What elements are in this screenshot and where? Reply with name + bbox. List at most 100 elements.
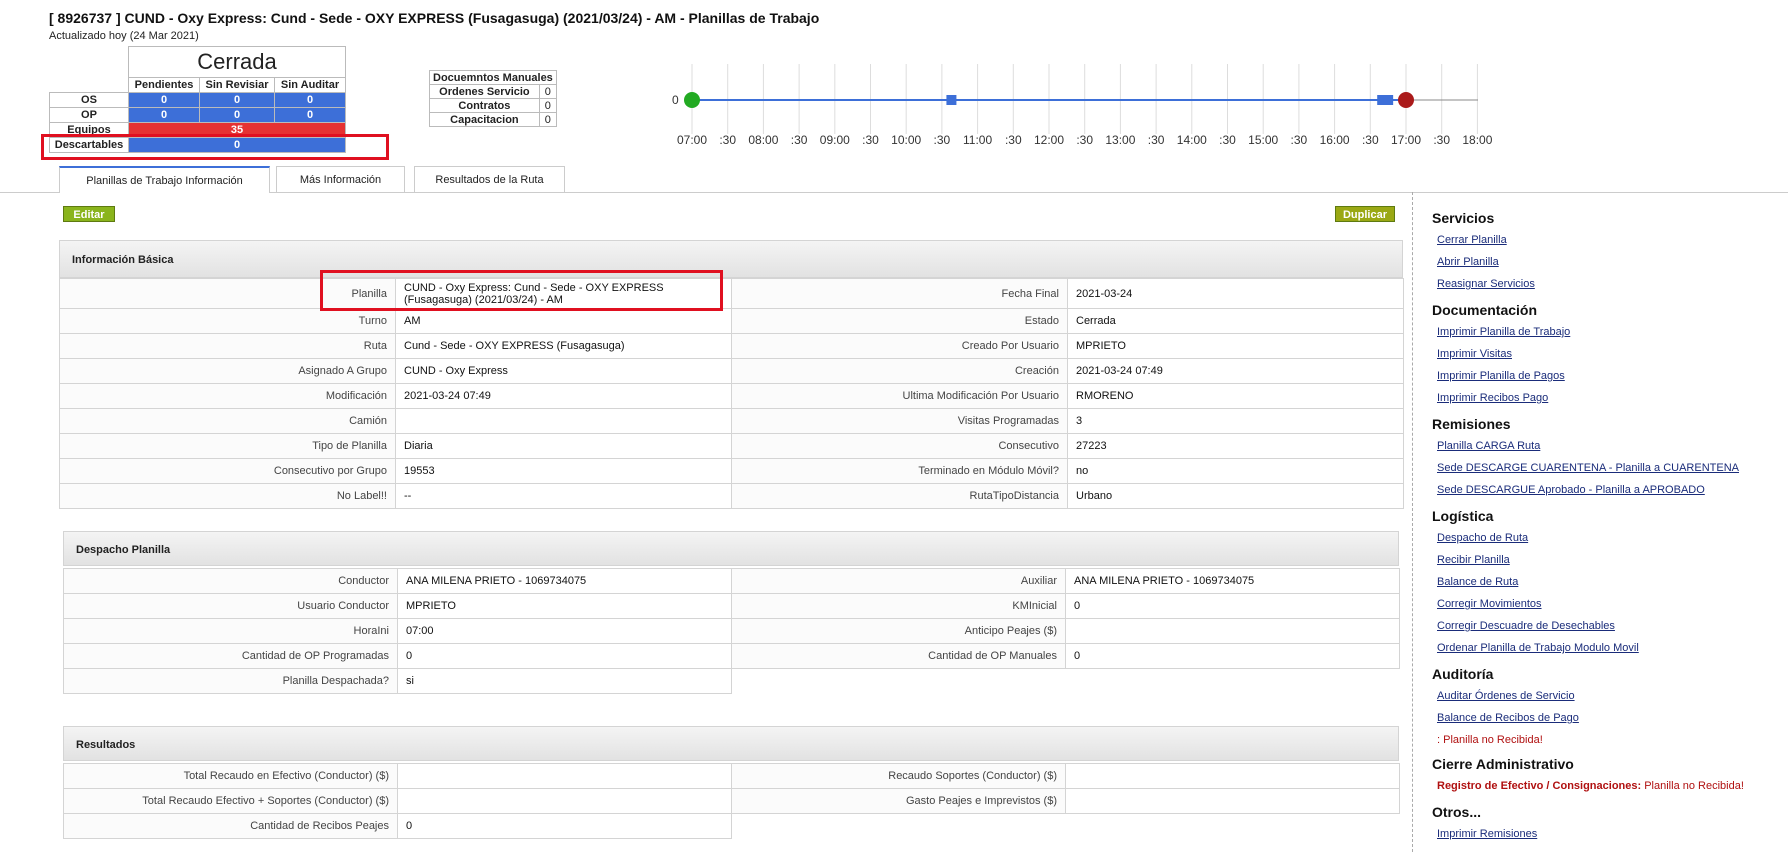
sidebar-link-reasignar-servicios[interactable]: Reasignar Servicios [1437, 278, 1535, 290]
table-row: No Label!! -- RutaTipoDistancia Urbano [59, 483, 1404, 509]
op-sin-revisiar[interactable]: 0 [199, 107, 275, 123]
sidebar-heading-auditoria: Auditoría [1432, 666, 1494, 682]
sidebar-link-ordenar-planilla-de-trabajo-modulo-movil[interactable]: Ordenar Planilla de Trabajo Modulo Movil [1437, 642, 1639, 654]
sidebar-cierre-label[interactable]: Registro de Efectivo / Consignaciones: [1437, 780, 1641, 792]
value-creado-por-usuario: MPRIETO [1067, 333, 1404, 359]
value-kminicial: 0 [1065, 593, 1400, 619]
label-rutatipodistancia: RutaTipoDistancia [731, 483, 1068, 509]
value-terminado-en-modulo-movil: no [1067, 458, 1404, 484]
value-no-label: -- [395, 483, 732, 509]
label-kminicial: KMInicial [731, 593, 1066, 619]
timeline-tick-label: 07:00 [677, 133, 707, 147]
timeline-tick-label: :30 [862, 133, 879, 147]
table-row: Cantidad de Recibos Peajes 0 [63, 813, 1400, 839]
docs-value-ordenes: 0 [538, 84, 557, 99]
timeline-start-marker[interactable] [684, 92, 700, 108]
updated-label: Actualizado hoy (24 Mar 2021) [49, 30, 199, 42]
dispatch-header: Despacho Planilla [63, 531, 1399, 566]
os-sin-auditar[interactable]: 0 [274, 92, 346, 108]
sidebar-link-cerrar-planilla[interactable]: Cerrar Planilla [1437, 234, 1507, 246]
timeline-end-marker[interactable] [1398, 92, 1414, 108]
sidebar-link-imprimir-planilla-de-trabajo[interactable]: Imprimir Planilla de Trabajo [1437, 326, 1570, 338]
results-header: Resultados [63, 726, 1399, 761]
basic-info-header: Información Básica [59, 240, 1403, 278]
timeline-tick-label: 15:00 [1248, 133, 1278, 147]
sidebar-cierre-line: Registro de Efectivo / Consignaciones: P… [1437, 780, 1744, 792]
value-fecha-final: 2021-03-24 [1067, 278, 1404, 309]
col-pendientes: Pendientes [128, 77, 200, 93]
route-timeline: 07:00:30 08:00:30 09:00:30 10:00:30 11:00:30… [672, 64, 1493, 147]
os-pendientes[interactable]: 0 [128, 92, 200, 108]
sidebar-auditoria-note: : Planilla no Recibida! [1437, 734, 1543, 746]
os-sin-revisiar[interactable]: 0 [199, 92, 275, 108]
tab-planillas-info[interactable]: Planillas de Trabajo Información [59, 166, 270, 193]
sidebar-link-corregir-movimientos[interactable]: Corregir Movimientos [1437, 598, 1542, 610]
duplicate-button[interactable]: Duplicar [1335, 206, 1395, 222]
value-creacion: 2021-03-24 07:49 [1067, 358, 1404, 384]
value-cantidad-de-op-programadas: 0 [397, 643, 732, 669]
timeline-tick-label: :30 [1433, 133, 1450, 147]
sidebar-link-recibir-planilla[interactable]: Recibir Planilla [1437, 554, 1510, 566]
table-row: Turno AM Estado Cerrada [59, 308, 1404, 334]
table-row: Total Recaudo Efectivo + Soportes (Condu… [63, 788, 1400, 814]
sidebar-link-sede-descargue-aprobado-planilla-a-aprobado[interactable]: Sede DESCARGUE Aprobado - Planilla a APR… [1437, 484, 1705, 496]
label-horaini: HoraIni [63, 618, 398, 644]
sidebar-link-sede-descarge-cuarentena-planilla-a-cuarentena[interactable]: Sede DESCARGE CUARENTENA - Planilla a CU… [1437, 462, 1739, 474]
timeline-start-label: 0 [672, 93, 679, 107]
sidebar-heading-logistica: Logística [1432, 508, 1494, 524]
row-label-os: OS [49, 92, 129, 108]
value-rutatipodistancia: Urbano [1067, 483, 1404, 509]
col-sin-auditar: Sin Auditar [274, 77, 346, 93]
label-creacion: Creación [731, 358, 1068, 384]
sidebar-link-auditar-ordenes-de-servicio[interactable]: Auditar Órdenes de Servicio [1437, 690, 1575, 702]
value-auxiliar: ANA MILENA PRIETO - 1069734075 [1065, 568, 1400, 594]
sidebar-heading-documentacion: Documentación [1432, 302, 1538, 318]
table-row: Planilla CUND - Oxy Express: Cund - Sede … [59, 278, 1404, 309]
label-gasto-peajes-e-imprevistos: Gasto Peajes e Imprevistos ($) [731, 788, 1066, 814]
sidebar-heading-servicios: Servicios [1432, 210, 1495, 226]
label-tipo-de-planilla: Tipo de Planilla [59, 433, 396, 459]
timeline-tick-label: 13:00 [1105, 133, 1135, 147]
highlight-descartables [41, 134, 389, 160]
table-row: Camión Visitas Programadas 3 [59, 408, 1404, 434]
edit-button[interactable]: Editar [63, 206, 115, 222]
tab-resultados-ruta[interactable]: Resultados de la Ruta [414, 166, 565, 192]
value-horaini: 07:00 [397, 618, 732, 644]
col-sin-revisiar: Sin Revisiar [199, 77, 275, 93]
label-anticipo-peajes: Anticipo Peajes ($) [731, 618, 1066, 644]
value-anticipo-peajes [1065, 618, 1400, 644]
timeline-visit-marker[interactable] [946, 95, 957, 105]
sidebar-link-balance-de-ruta[interactable]: Balance de Ruta [1437, 576, 1518, 588]
sidebar-link-balance-de-recibos-de-pago[interactable]: Balance de Recibos de Pago [1437, 712, 1579, 724]
value-cantidad-de-op-manuales: 0 [1065, 643, 1400, 669]
value-consecutivo: 27223 [1067, 433, 1404, 459]
sidebar-link-abrir-planilla[interactable]: Abrir Planilla [1437, 256, 1499, 268]
sidebar-link-imprimir-recibos-pago[interactable]: Imprimir Recibos Pago [1437, 392, 1548, 404]
value-estado: Cerrada [1067, 308, 1404, 334]
sidebar-link-imprimir-planilla-de-pagos[interactable]: Imprimir Planilla de Pagos [1437, 370, 1565, 382]
label-total-recaudo-en-efectivo-conductor: Total Recaudo en Efectivo (Conductor) ($… [63, 763, 398, 789]
value-modificacion: 2021-03-24 07:49 [395, 383, 732, 409]
timeline-visit-marker[interactable] [1383, 95, 1394, 105]
sidebar-link-despacho-de-ruta[interactable]: Despacho de Ruta [1437, 532, 1528, 544]
tab-mas-informacion[interactable]: Más Información [276, 166, 405, 192]
status-title: Cerrada [128, 46, 346, 78]
timeline-tick-label: 11:00 [963, 133, 992, 147]
docs-label-capacitacion: Capacitacion [429, 112, 540, 127]
sidebar-link-planilla-carga-ruta[interactable]: Planilla CARGA Ruta [1437, 440, 1540, 452]
label-consecutivo-por-grupo: Consecutivo por Grupo [59, 458, 396, 484]
sidebar-link-imprimir-remisiones[interactable]: Imprimir Remisiones [1437, 828, 1537, 840]
timeline-tick-label: 08:00 [748, 133, 778, 147]
sidebar-link-imprimir-visitas[interactable]: Imprimir Visitas [1437, 348, 1512, 360]
results-table: Total Recaudo en Efectivo (Conductor) ($… [63, 763, 1400, 839]
value-ruta: Cund - Sede - OXY EXPRESS (Fusagasuga) [395, 333, 732, 359]
table-row: Tipo de Planilla Diaria Consecutivo 27223 [59, 433, 1404, 459]
label-auxiliar: Auxiliar [731, 568, 1066, 594]
value-tipo-de-planilla: Diaria [395, 433, 732, 459]
sidebar-link-corregir-descuadre-de-desechables[interactable]: Corregir Descuadre de Desechables [1437, 620, 1615, 632]
op-sin-auditar[interactable]: 0 [274, 107, 346, 123]
value-recaudo-soportes-conductor [1065, 763, 1400, 789]
label-estado: Estado [731, 308, 1068, 334]
value-ultima-modificacion-por-usuario: RMORENO [1067, 383, 1404, 409]
op-pendientes[interactable]: 0 [128, 107, 200, 123]
